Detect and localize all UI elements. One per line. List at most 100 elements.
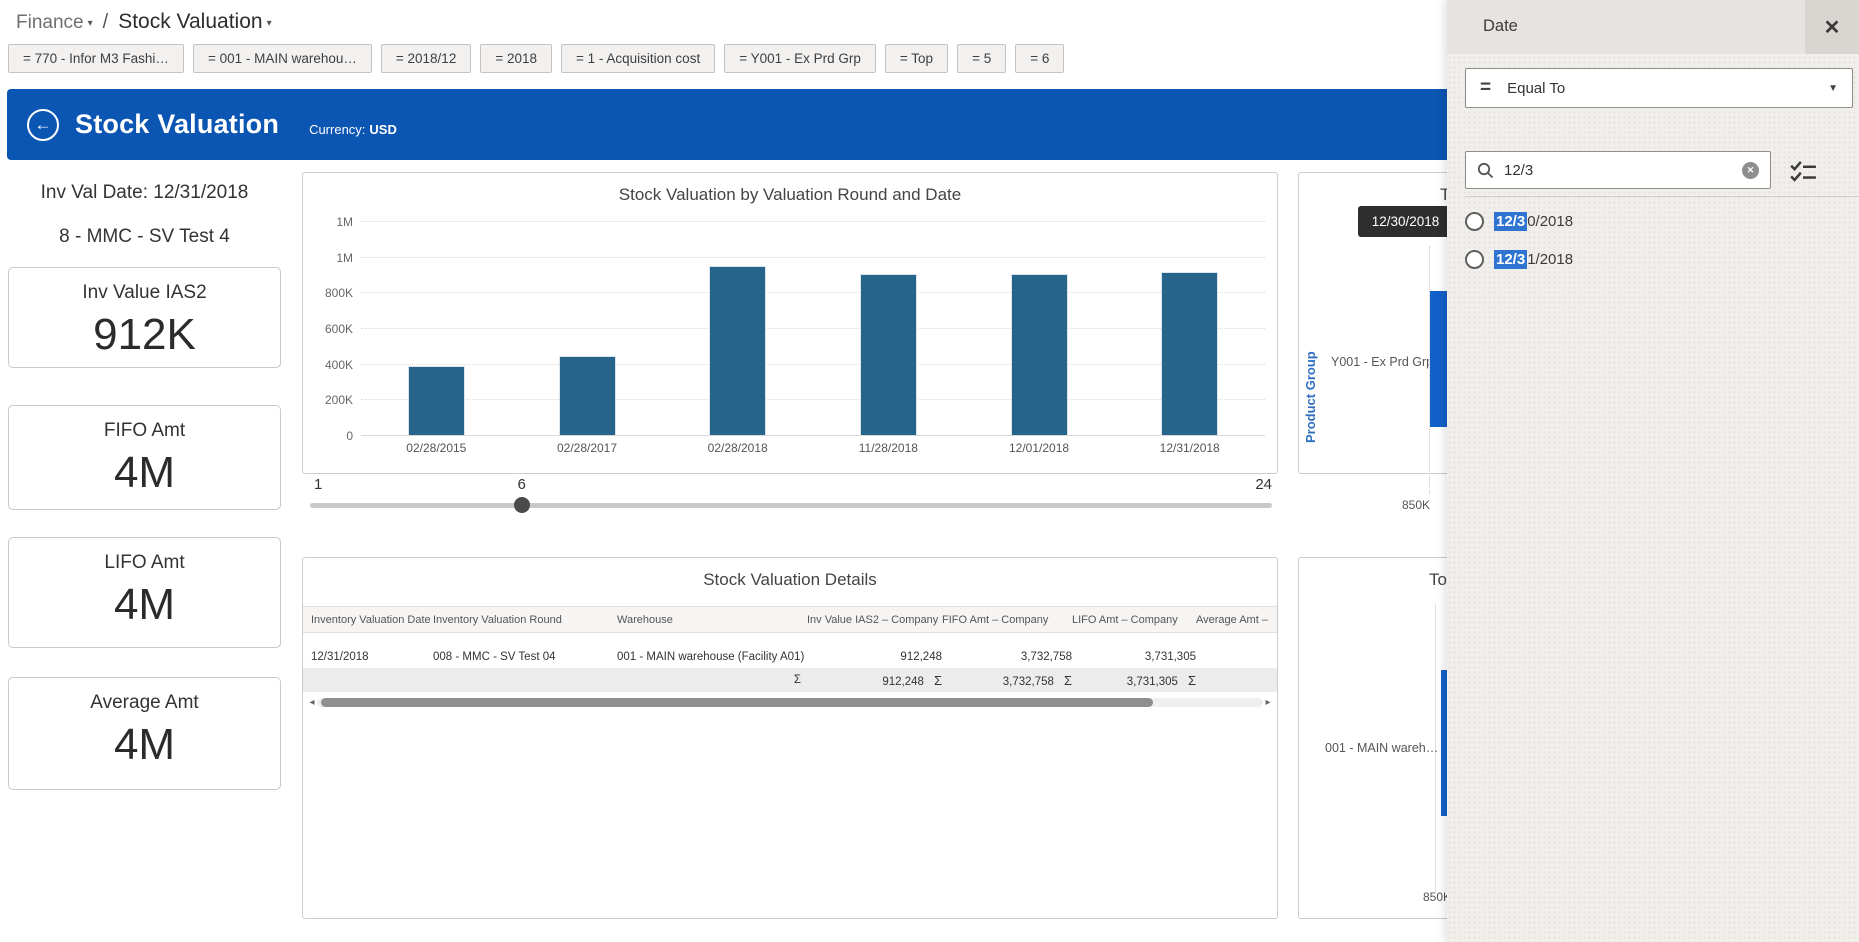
scrollbar-track[interactable] bbox=[317, 698, 1263, 707]
chart-bar[interactable] bbox=[559, 356, 616, 435]
checklist-icon[interactable] bbox=[1789, 158, 1817, 187]
y-tick-label: 1M bbox=[307, 251, 353, 265]
valuation-round-text: 8 - MMC - SV Test 4 bbox=[8, 226, 281, 248]
details-table-panel: Stock Valuation Details Inventory Valuat… bbox=[302, 557, 1278, 919]
table-row[interactable]: 12/31/2018 008 - MMC - SV Test 04 001 - … bbox=[303, 646, 1277, 668]
caret-down-icon: ▾ bbox=[88, 18, 93, 29]
operator-dropdown[interactable]: = Equal To ▼ bbox=[1465, 68, 1853, 108]
column-header[interactable]: Inv Value IAS2 – Company bbox=[807, 614, 942, 626]
totals-lifo: 3,731,305Σ bbox=[1072, 673, 1196, 688]
kpi-card-average[interactable]: Average Amt 4M bbox=[8, 677, 281, 790]
date-option-12-31-2018[interactable]: 12/31/2018 bbox=[1465, 246, 1573, 272]
filter-chip[interactable]: = 770 - Infor M3 Fashi… bbox=[8, 44, 184, 73]
y-tick-label: 600K bbox=[307, 322, 353, 336]
caret-down-icon: ▾ bbox=[267, 18, 272, 29]
x-tick-label: 02/28/2015 bbox=[361, 441, 512, 455]
equals-icon: = bbox=[1480, 77, 1491, 99]
column-header[interactable]: Inventory Valuation Date bbox=[311, 614, 433, 626]
currency-value: USD bbox=[369, 122, 396, 137]
slider-max-label: 24 bbox=[1255, 476, 1272, 493]
totals-fifo: 3,732,758Σ bbox=[942, 673, 1072, 688]
radio-icon[interactable] bbox=[1465, 212, 1484, 231]
category-label: 001 - MAIN wareh… bbox=[1325, 741, 1438, 755]
slider-handle[interactable] bbox=[514, 497, 530, 513]
y-tick-label: 0 bbox=[307, 429, 353, 443]
filter-chip[interactable]: = Top bbox=[885, 44, 948, 73]
sigma-icon: Σ bbox=[1064, 673, 1072, 688]
cell-round: 008 - MMC - SV Test 04 bbox=[433, 651, 617, 663]
chevron-down-icon: ▼ bbox=[1828, 83, 1838, 94]
chart-bar[interactable] bbox=[1161, 272, 1218, 435]
slider-current-label: 6 bbox=[517, 476, 525, 493]
date-filter-panel: Date ✕ = Equal To ▼ ✕ 12/30/2018 12/31/2… bbox=[1447, 0, 1859, 942]
breadcrumb-section-label: Finance bbox=[16, 12, 84, 33]
back-button[interactable]: ← bbox=[27, 109, 59, 141]
date-option-12-30-2018[interactable]: 12/30/2018 bbox=[1465, 208, 1573, 234]
product-group-axis-title: Product Group bbox=[1303, 283, 1318, 443]
filter-chip[interactable]: = 001 - MAIN warehou… bbox=[193, 44, 372, 73]
x-tick-label: 02/28/2017 bbox=[512, 441, 663, 455]
y-tick-label: 1M bbox=[307, 215, 353, 229]
search-match-highlight: 12/3 bbox=[1494, 212, 1527, 231]
warehouse-chart-title: To bbox=[1429, 570, 1447, 590]
close-button[interactable]: ✕ bbox=[1805, 0, 1859, 54]
column-header[interactable]: LIFO Amt – Company bbox=[1072, 614, 1196, 626]
chart-bar[interactable] bbox=[709, 266, 766, 435]
radio-icon[interactable] bbox=[1465, 250, 1484, 269]
chart-bar[interactable] bbox=[408, 366, 465, 435]
y-tick-label: 400K bbox=[307, 358, 353, 372]
column-header[interactable]: Average Amt – C… bbox=[1196, 614, 1269, 626]
filter-chip-bar: = 770 - Infor M3 Fashi… = 001 - MAIN war… bbox=[8, 44, 1064, 73]
chart-bar[interactable] bbox=[860, 274, 917, 435]
breadcrumb-page-label: Stock Valuation bbox=[118, 10, 262, 33]
x-tick-label: 850K bbox=[1402, 498, 1430, 512]
column-header[interactable]: FIFO Amt – Company bbox=[942, 614, 1072, 626]
column-header[interactable]: Warehouse bbox=[617, 614, 807, 626]
scroll-left-icon[interactable]: ◂ bbox=[307, 697, 317, 708]
y-tick-label: 800K bbox=[307, 286, 353, 300]
scroll-right-icon[interactable]: ▸ bbox=[1263, 697, 1273, 708]
filter-chip[interactable]: = 2018 bbox=[480, 44, 552, 73]
cell-inv-value: 912,248 bbox=[807, 651, 942, 663]
filter-chip[interactable]: = Y001 - Ex Prd Grp bbox=[724, 44, 876, 73]
column-header[interactable]: Inventory Valuation Round bbox=[433, 614, 617, 626]
totals-inv-value: 912,248Σ bbox=[807, 673, 942, 688]
breadcrumb-separator: / bbox=[103, 11, 109, 34]
scrollbar-thumb[interactable] bbox=[321, 698, 1153, 707]
option-label: 12/31/2018 bbox=[1494, 251, 1573, 268]
category-label: Y001 - Ex Prd Grp bbox=[1331, 355, 1433, 369]
filter-panel-title: Date bbox=[1483, 17, 1518, 36]
table-horizontal-scrollbar: ◂ ▸ bbox=[307, 696, 1273, 708]
filter-chip[interactable]: = 5 bbox=[957, 44, 1006, 73]
totals-sigma: Σ bbox=[617, 674, 807, 686]
back-arrow-icon: ← bbox=[35, 115, 52, 135]
x-axis-labels: 02/28/2015 02/28/2017 02/28/2018 11/28/2… bbox=[361, 441, 1265, 455]
inv-val-date-text: Inv Val Date: 12/31/2018 bbox=[8, 182, 281, 204]
search-box: ✕ bbox=[1465, 151, 1771, 189]
filter-chip[interactable]: = 2018/12 bbox=[381, 44, 471, 73]
chart-bar[interactable] bbox=[1011, 274, 1068, 435]
kpi-value: 912K bbox=[9, 310, 280, 360]
app-root: Finance ▾ / Stock Valuation ▾ = 770 - Info… bbox=[0, 0, 1859, 942]
main-chart-title: Stock Valuation by Valuation Round and D… bbox=[303, 185, 1277, 205]
filter-chip[interactable]: = 1 - Acquisition cost bbox=[561, 44, 715, 73]
divider bbox=[1465, 196, 1859, 197]
clear-icon[interactable]: ✕ bbox=[1742, 162, 1759, 179]
breadcrumb-section[interactable]: Finance ▾ bbox=[16, 12, 93, 34]
kpi-card-inv-value[interactable]: Inv Value IAS2 912K bbox=[8, 267, 281, 368]
kpi-card-lifo[interactable]: LIFO Amt 4M bbox=[8, 537, 281, 648]
x-tick-label: 12/01/2018 bbox=[964, 441, 1115, 455]
breadcrumb-page[interactable]: Stock Valuation ▾ bbox=[118, 10, 271, 34]
y-tick-label: 200K bbox=[307, 393, 353, 407]
search-input[interactable] bbox=[1504, 162, 1742, 179]
main-chart-plot: 1M 1M 800K 600K 400K 200K 0 bbox=[361, 221, 1265, 435]
slider-min-label: 1 bbox=[314, 476, 322, 493]
filter-panel-header: Date ✕ bbox=[1447, 0, 1859, 54]
option-label: 12/30/2018 bbox=[1494, 213, 1573, 230]
filter-chip[interactable]: = 6 bbox=[1015, 44, 1064, 73]
kpi-card-fifo[interactable]: FIFO Amt 4M bbox=[8, 405, 281, 510]
cell-fifo: 3,732,758 bbox=[942, 651, 1072, 663]
slider-track[interactable] bbox=[310, 503, 1272, 508]
table-header-row: Inventory Valuation Date Inventory Valua… bbox=[303, 606, 1277, 633]
kpi-label: LIFO Amt bbox=[9, 552, 280, 574]
